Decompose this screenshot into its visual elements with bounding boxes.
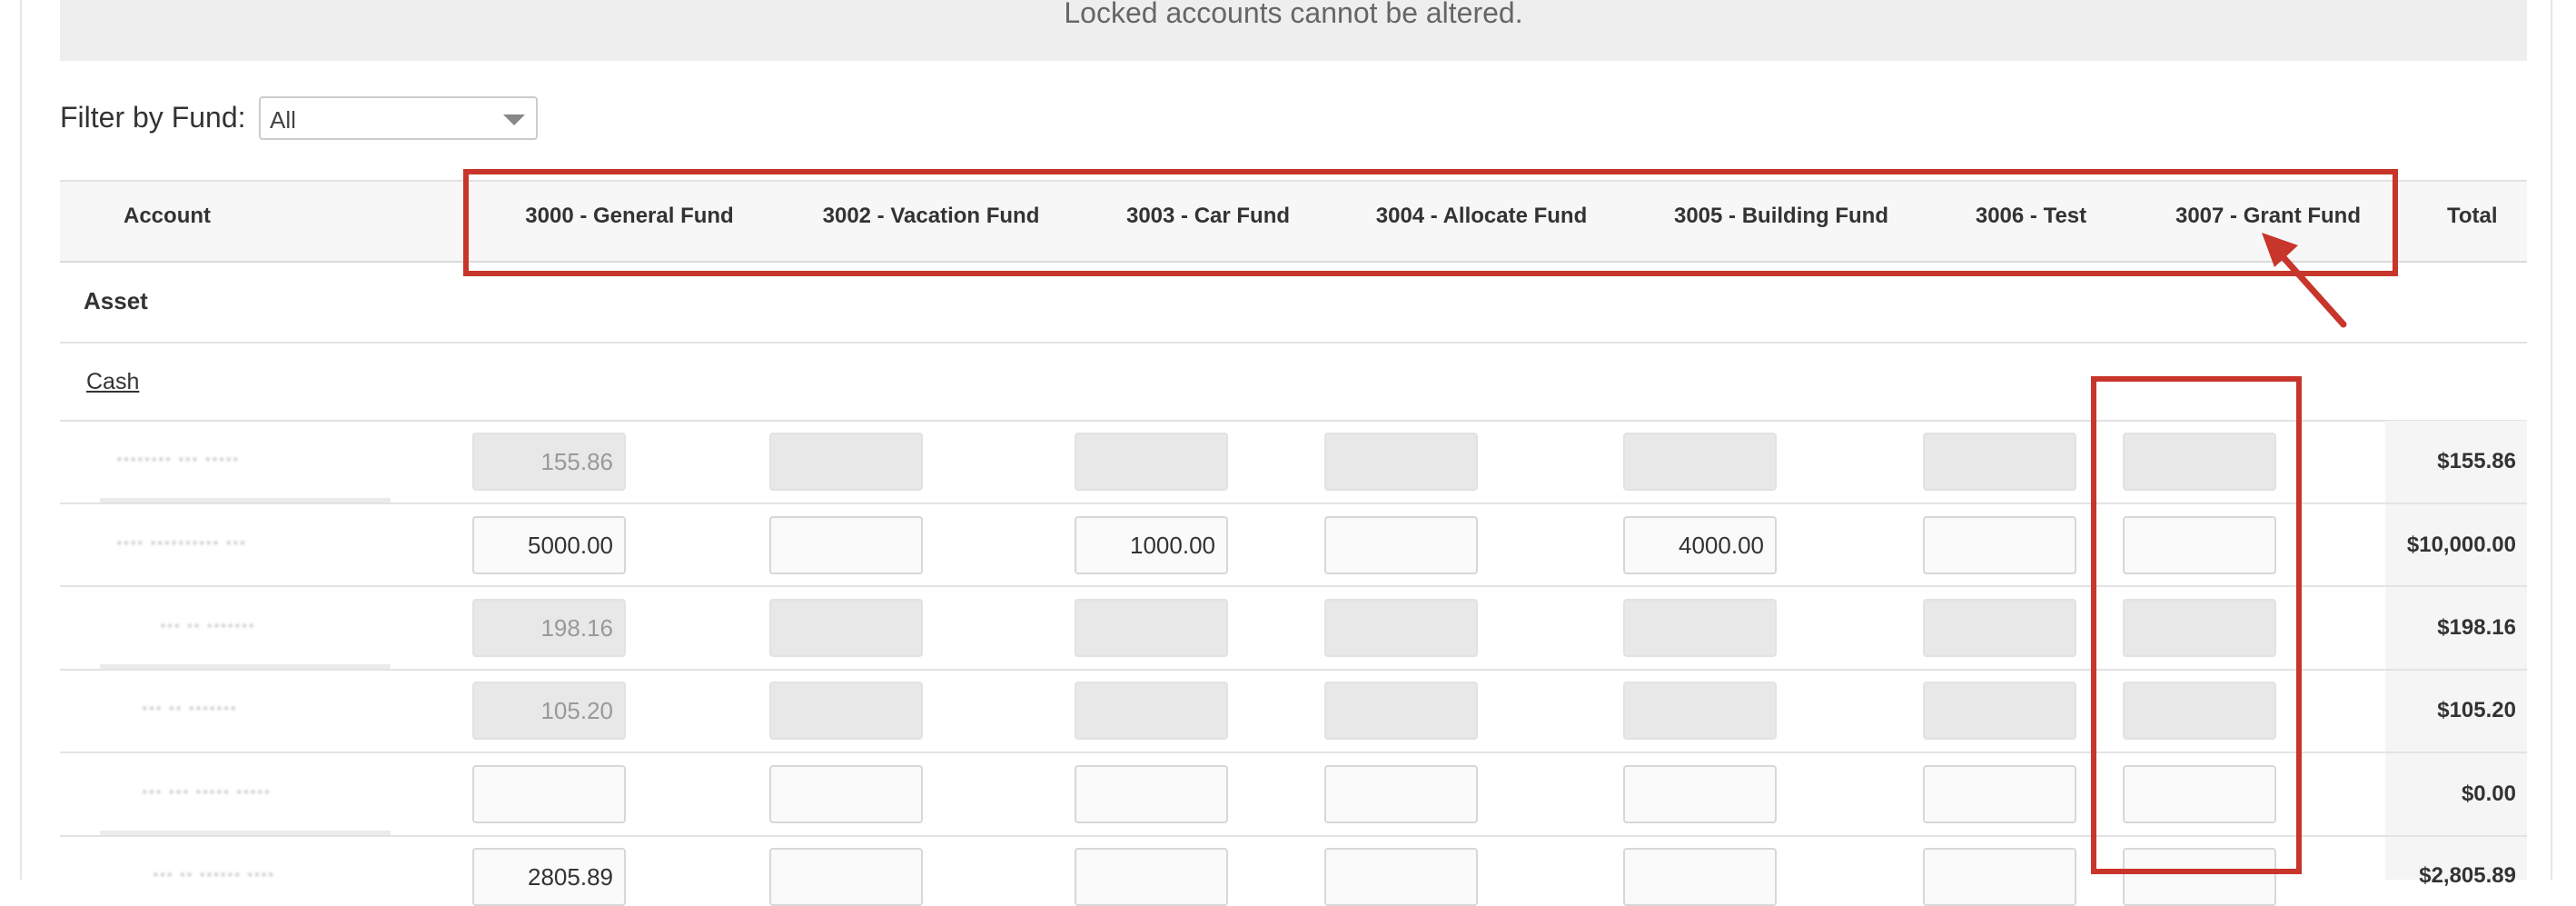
annotation-arrow-icon — [2262, 233, 2347, 328]
